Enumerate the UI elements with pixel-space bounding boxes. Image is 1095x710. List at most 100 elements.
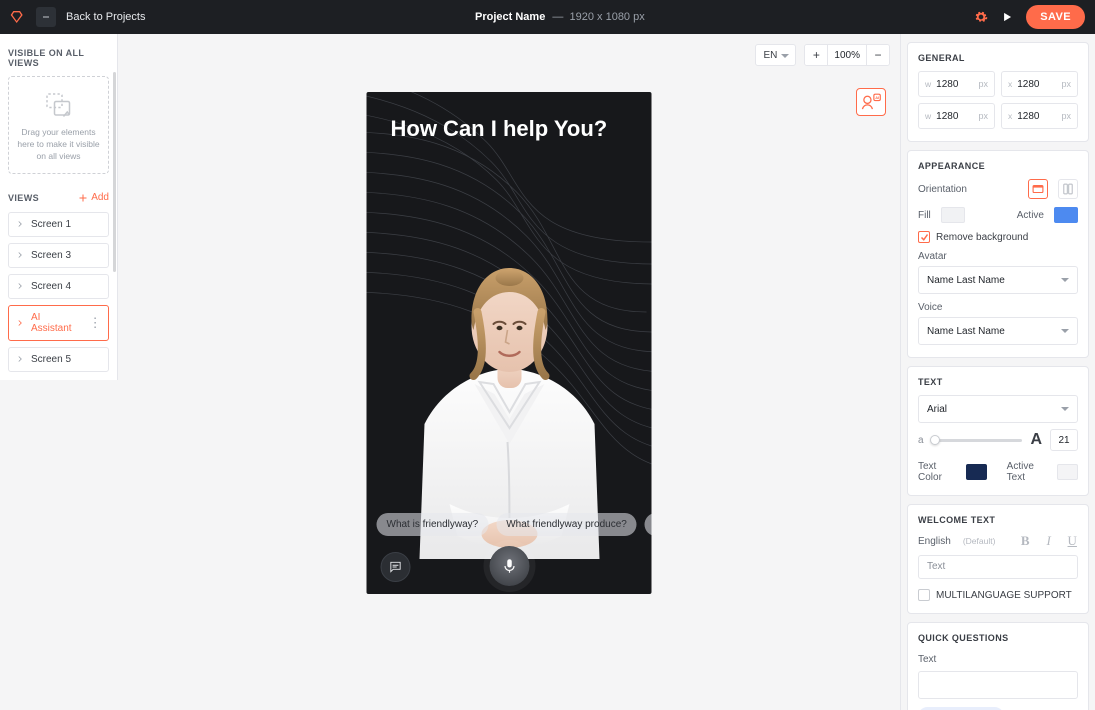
avatar-select[interactable]: Name Last Name bbox=[918, 266, 1078, 294]
font-select[interactable]: Arial bbox=[918, 395, 1078, 423]
view-item-screen-4[interactable]: Screen 4 bbox=[8, 274, 109, 299]
check-icon bbox=[920, 233, 929, 242]
quick-questions-title: QUICK QUESTIONS bbox=[918, 633, 1078, 643]
width-field-1[interactable]: w1280px bbox=[918, 71, 995, 97]
welcome-default-tag: (Default) bbox=[963, 536, 996, 546]
appearance-section: APPEARANCE Orientation Fill Active bbox=[907, 150, 1089, 358]
view-item-screen-1[interactable]: Screen 1 bbox=[8, 212, 109, 237]
italic-button[interactable]: I bbox=[1043, 533, 1055, 549]
artboard-ai-assistant[interactable]: How Can I help You? bbox=[367, 92, 652, 594]
global-elements-dropzone[interactable]: Drag your elements here to make it visib… bbox=[8, 76, 109, 174]
welcome-text-input[interactable]: Text bbox=[918, 555, 1078, 579]
font-size-input[interactable]: 21 bbox=[1050, 429, 1078, 451]
active-text-label: Active Text bbox=[1007, 461, 1048, 483]
orientation-landscape-button[interactable] bbox=[1028, 179, 1048, 199]
text-title: TEXT bbox=[918, 377, 1078, 387]
zoom-out-button[interactable]: − bbox=[867, 44, 889, 66]
canvas[interactable]: EN + 100% − AI bbox=[118, 34, 900, 710]
collapse-sidebar-button[interactable] bbox=[36, 7, 56, 27]
remove-background-checkbox[interactable]: Remove background bbox=[918, 231, 1078, 243]
left-panel: VISIBLE ON ALL VIEWS Drag your elements … bbox=[0, 34, 118, 380]
chevron-right-icon bbox=[15, 219, 25, 229]
back-to-projects-link[interactable]: Back to Projects bbox=[66, 11, 145, 23]
orientation-label: Orientation bbox=[918, 184, 967, 195]
svg-text:AI: AI bbox=[875, 95, 879, 100]
chevron-right-icon bbox=[15, 318, 25, 328]
general-section: GENERAL w1280px x1280px w1280px x1280px bbox=[907, 42, 1089, 142]
welcome-heading: How Can I help You? bbox=[391, 116, 628, 142]
chat-icon bbox=[389, 560, 403, 574]
app-logo bbox=[10, 9, 26, 25]
chevron-right-icon bbox=[15, 281, 25, 291]
save-button[interactable]: SAVE bbox=[1026, 5, 1085, 29]
top-bar: Back to Projects Project Name — 1920 x 1… bbox=[0, 0, 1095, 34]
fill-label: Fill bbox=[918, 210, 931, 221]
play-icon[interactable] bbox=[1000, 10, 1014, 24]
left-panel-scrollbar[interactable] bbox=[113, 72, 116, 272]
text-section: TEXT Arial a A 21 Text Color Active Text bbox=[907, 366, 1089, 496]
zoom-control: + 100% − bbox=[804, 44, 890, 66]
x-field-1[interactable]: x1280px bbox=[1001, 71, 1078, 97]
quick-questions-section: QUICK QUESTIONS Text Who we are? ✕ bbox=[907, 622, 1089, 710]
remove-background-label: Remove background bbox=[936, 232, 1028, 243]
multilanguage-checkbox[interactable]: MULTILANGUAGE SUPPORT bbox=[918, 589, 1078, 601]
zoom-value: 100% bbox=[827, 44, 867, 66]
dropzone-hint: Drag your elements here to make it visib… bbox=[15, 127, 102, 163]
x-field-2[interactable]: x1280px bbox=[1001, 103, 1078, 129]
microphone-icon bbox=[500, 557, 518, 575]
font-size-max-icon: A bbox=[1030, 431, 1042, 449]
language-select[interactable]: EN bbox=[755, 44, 797, 66]
plus-icon bbox=[77, 192, 89, 204]
view-item-label: Screen 5 bbox=[31, 354, 71, 365]
general-title: GENERAL bbox=[918, 53, 1078, 63]
bold-button[interactable]: B bbox=[1019, 533, 1031, 549]
project-title: Project Name — 1920 x 1080 px bbox=[155, 11, 964, 23]
canvas-toolbar: EN + 100% − bbox=[755, 44, 890, 66]
multilanguage-label: MULTILANGUAGE SUPPORT bbox=[936, 590, 1072, 601]
fill-color-swatch[interactable] bbox=[941, 207, 965, 223]
quick-question-chips: What is friendlyway? What friendlyway pr… bbox=[377, 513, 652, 536]
settings-icon[interactable] bbox=[974, 10, 988, 24]
project-name-label: Project Name bbox=[475, 11, 545, 23]
view-item-label: Screen 1 bbox=[31, 219, 71, 230]
view-item-ai-assistant[interactable]: AI Assistant ⋮ bbox=[8, 305, 109, 341]
microphone-button[interactable] bbox=[489, 546, 529, 586]
add-view-button[interactable]: Add bbox=[77, 192, 109, 204]
avatar-label: Avatar bbox=[918, 251, 1078, 262]
welcome-text-section: WELCOME TEXT English (Default) B I U Tex… bbox=[907, 504, 1089, 614]
ai-avatar-icon: AI bbox=[859, 92, 883, 112]
views-list: Screen 1 Screen 3 Screen 4 AI Assistant … bbox=[8, 212, 109, 372]
visible-on-all-views-title: VISIBLE ON ALL VIEWS bbox=[8, 48, 109, 68]
welcome-text-title: WELCOME TEXT bbox=[918, 515, 1078, 525]
views-title: VIEWS bbox=[8, 193, 39, 203]
ai-assistant-widget-button[interactable]: AI bbox=[856, 88, 886, 116]
quick-question-chip[interactable]: What is friendlyway? bbox=[377, 513, 489, 536]
underline-button[interactable]: U bbox=[1066, 533, 1078, 549]
width-field-2[interactable]: w1280px bbox=[918, 103, 995, 129]
quick-questions-label: Text bbox=[918, 654, 936, 665]
landscape-icon bbox=[1031, 182, 1045, 196]
zoom-in-button[interactable]: + bbox=[805, 44, 827, 66]
text-color-swatch[interactable] bbox=[966, 464, 987, 480]
add-view-label: Add bbox=[91, 192, 109, 203]
view-item-screen-5[interactable]: Screen 5 bbox=[8, 347, 109, 372]
chat-button[interactable] bbox=[381, 552, 411, 582]
right-panel: GENERAL w1280px x1280px w1280px x1280px … bbox=[900, 34, 1095, 710]
view-item-label: AI Assistant bbox=[31, 312, 82, 334]
project-dimensions-label: 1920 x 1080 px bbox=[570, 11, 645, 23]
chevron-right-icon bbox=[15, 354, 25, 364]
quick-questions-input[interactable] bbox=[918, 671, 1078, 699]
orientation-portrait-button[interactable] bbox=[1058, 179, 1078, 199]
view-item-menu-button[interactable]: ⋮ bbox=[88, 316, 102, 330]
active-color-swatch[interactable] bbox=[1054, 207, 1078, 223]
font-size-slider[interactable] bbox=[932, 439, 1023, 442]
quick-question-chip[interactable]: What is fr bbox=[645, 513, 652, 536]
quick-question-chip[interactable]: What friendlyway produce? bbox=[496, 513, 637, 536]
text-color-label: Text Color bbox=[918, 461, 956, 483]
view-item-label: Screen 4 bbox=[31, 281, 71, 292]
voice-select[interactable]: Name Last Name bbox=[918, 317, 1078, 345]
appearance-title: APPEARANCE bbox=[918, 161, 1078, 171]
view-item-screen-3[interactable]: Screen 3 bbox=[8, 243, 109, 268]
portrait-icon bbox=[1061, 182, 1075, 196]
active-text-swatch[interactable] bbox=[1057, 464, 1078, 480]
